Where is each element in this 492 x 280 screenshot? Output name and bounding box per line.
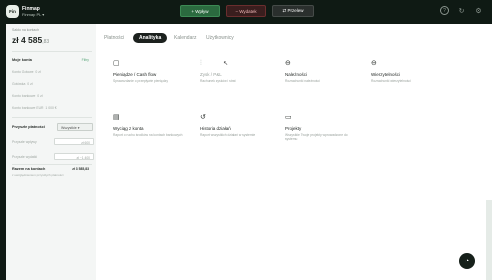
- divider: [12, 117, 92, 118]
- app-logo: Fin: [6, 5, 19, 18]
- main-content: Płatności Analityka Kalendarz Użytkownic…: [96, 24, 492, 280]
- refresh-icon[interactable]: ↻: [457, 6, 466, 15]
- document-icon: ▤: [113, 114, 120, 121]
- help-icon[interactable]: ?: [440, 6, 449, 15]
- card-title: Projekty: [285, 126, 302, 131]
- add-expense-button[interactable]: − Wydatek: [226, 5, 266, 17]
- mouse-cursor-icon: ↖: [223, 61, 229, 67]
- card-desc: Wszystkie Twoje projekty wprowadzone do …: [285, 133, 348, 142]
- account-item[interactable]: Konto bankowe 0 zł: [12, 94, 43, 98]
- tab-users[interactable]: Użytkownicy: [206, 33, 234, 43]
- card-title: Pieniądze / Cash flow: [113, 72, 157, 77]
- report-card-history[interactable]: ↺ Historia działań Raport wszystkich dzi…: [200, 114, 286, 174]
- balance-total: zł 4 585,83: [12, 35, 49, 45]
- card-desc: Raport wszystkich działań w systemie: [200, 133, 256, 137]
- future-expense-value: zł −1 400: [54, 153, 94, 160]
- card-desc: Rozrachunki wierzytelności: [371, 79, 411, 83]
- add-transfer-button[interactable]: ⇄ Przelew: [272, 5, 314, 17]
- card-desc: Sprawozdanie o przepływie pieniędzy: [113, 79, 168, 83]
- report-card-account-statement[interactable]: ▤ Wyciąg z konta Raport o ruchu środków …: [113, 114, 199, 174]
- report-card-pnl[interactable]: ⫶ Zysk / P&L Rachunek zysków i strat: [200, 60, 286, 120]
- total-note: z uwzględnieniem przyszłych płatności: [12, 173, 64, 177]
- account-item[interactable]: Gotówka 0 zł: [12, 82, 33, 86]
- report-card-projects[interactable]: ▭ Projekty Wszystkie Twoje projekty wpro…: [285, 114, 371, 174]
- balance-label: Saldo na kontach: [12, 28, 40, 32]
- accounts-title: Moje konta: [12, 58, 32, 62]
- card-title: Należności: [285, 72, 308, 77]
- accounts-filter-link[interactable]: Filtry: [82, 58, 89, 62]
- total-title: Razem na kontach: [12, 167, 46, 171]
- card-title: Wierzytelności: [371, 72, 401, 77]
- future-payments-title: Przyszłe płatności: [12, 125, 45, 129]
- card-desc: Rachunek zysków i strat: [200, 79, 236, 83]
- settings-icon[interactable]: ⚙: [474, 6, 483, 15]
- add-income-button[interactable]: + Wpływ: [180, 5, 220, 17]
- card-desc: Raport o ruchu środków na kontach bankow…: [113, 133, 183, 137]
- sidebar: Saldo na kontach zł 4 585,83 Moje konta …: [6, 24, 96, 280]
- calendar-icon: ▢: [113, 60, 120, 67]
- report-card-liabilities[interactable]: ⊖ Wierzytelności Rozrachunki wierzytelno…: [371, 60, 457, 120]
- divider: [12, 51, 92, 52]
- arrow-out-icon: ⊖: [371, 60, 377, 67]
- balance-main: zł 4 585: [12, 35, 43, 45]
- chart-icon: ⫶: [200, 60, 202, 67]
- total-value: zł 3 585,83: [72, 167, 89, 171]
- tab-payments[interactable]: Płatności: [104, 33, 124, 43]
- balance-decimals: ,83: [42, 39, 50, 45]
- card-desc: Rozrachunki należności: [285, 79, 320, 83]
- tab-calendar[interactable]: Kalendarz: [174, 33, 197, 43]
- future-payments-select[interactable]: Wszystkie ▾: [57, 123, 93, 131]
- side-panel-strip: [486, 200, 492, 280]
- tab-analytics[interactable]: Analityka: [133, 33, 168, 43]
- report-card-receivables[interactable]: ⊖ Należności Rozrachunki należności: [285, 60, 371, 120]
- card-title: Zysk / P&L: [200, 72, 222, 77]
- future-income-value: zł 600: [54, 138, 94, 145]
- org-switcher[interactable]: Finmap PL ▾: [22, 12, 44, 17]
- card-title: Historia działań: [200, 126, 231, 131]
- account-item[interactable]: Konto Gotowe 0 zł: [12, 70, 41, 74]
- future-income-label: Przyszłe wpływy: [12, 140, 37, 144]
- divider: [12, 164, 92, 165]
- chat-support-icon[interactable]: ◔: [459, 253, 475, 269]
- future-expense-label: Przyszłe wydatki: [12, 155, 38, 159]
- top-bar: Fin Finmap Finmap PL ▾ + Wpływ − Wydatek…: [0, 0, 492, 24]
- history-icon: ↺: [200, 114, 206, 121]
- arrow-in-icon: ⊖: [285, 60, 291, 67]
- card-title: Wyciąg z konta: [113, 126, 144, 131]
- account-item[interactable]: Konto bankowe EUR 1 000 €: [12, 106, 57, 110]
- report-card-cashflow[interactable]: ▢ Pieniądze / Cash flow Sprawozdanie o p…: [113, 60, 199, 120]
- folder-icon: ▭: [285, 114, 292, 121]
